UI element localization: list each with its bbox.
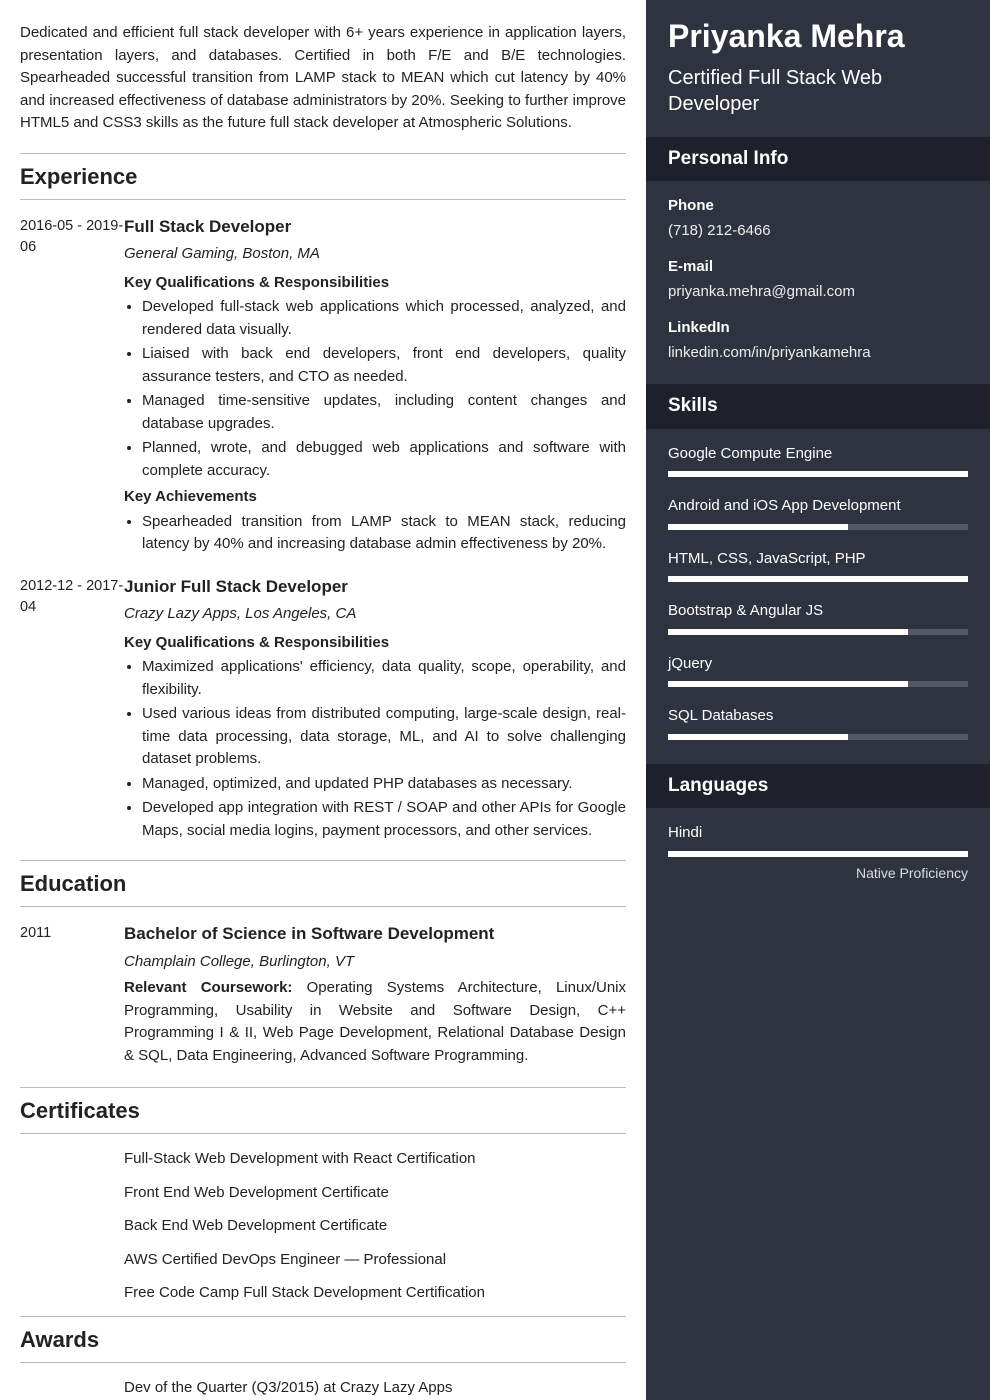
- experience-entry: 2012-12 - 2017-04 Junior Full Stack Deve…: [20, 574, 626, 845]
- skill-bar: [668, 471, 968, 477]
- info-label: E-mail: [668, 256, 968, 279]
- resp-list: Maximized applications' efficiency, data…: [124, 656, 626, 842]
- list-item: Free Code Camp Full Stack Development Ce…: [20, 1282, 626, 1305]
- entry-body: Junior Full Stack Developer Crazy Lazy A…: [124, 574, 626, 845]
- person-title: Certified Full Stack Web Developer: [668, 65, 968, 117]
- skill-item: Bootstrap & Angular JS: [668, 600, 968, 635]
- language-item: Hindi Native Proficiency: [668, 822, 968, 884]
- language-bar-fill: [668, 851, 968, 857]
- awards-list: Dev of the Quarter (Q3/2015) at Crazy La…: [20, 1377, 626, 1400]
- list-item: Developed full-stack web applications wh…: [142, 296, 626, 341]
- skill-name: Bootstrap & Angular JS: [668, 600, 968, 623]
- skill-bar: [668, 524, 968, 530]
- ach-list: Spearheaded transition from LAMP stack t…: [124, 511, 626, 556]
- resp-list: Developed full-stack web applications wh…: [124, 296, 626, 482]
- list-item: Developed app integration with REST / SO…: [142, 797, 626, 842]
- list-item: Back End Web Development Certificate: [20, 1215, 626, 1238]
- experience-entry: 2016-05 - 2019-06 Full Stack Developer G…: [20, 214, 626, 558]
- skill-bar: [668, 576, 968, 582]
- list-item: Maximized applications' efficiency, data…: [142, 656, 626, 701]
- entry-org: General Gaming, Boston, MA: [124, 243, 626, 266]
- skill-bar: [668, 734, 968, 740]
- info-label: LinkedIn: [668, 317, 968, 340]
- entry-role: Full Stack Developer: [124, 214, 626, 240]
- skill-bar: [668, 629, 968, 635]
- degree: Bachelor of Science in Software Developm…: [124, 921, 626, 947]
- sidebar-section-personal: Personal Info: [646, 137, 990, 182]
- skill-item: Google Compute Engine: [668, 443, 968, 478]
- skill-bar-fill: [668, 576, 968, 582]
- list-item: Used various ideas from distributed comp…: [142, 703, 626, 771]
- languages-block: Hindi Native Proficiency: [646, 808, 990, 908]
- skill-item: jQuery: [668, 653, 968, 688]
- info-value: linkedin.com/in/priyankamehra: [668, 342, 968, 365]
- list-item: Full-Stack Web Development with React Ce…: [20, 1148, 626, 1171]
- skill-name: SQL Databases: [668, 705, 968, 728]
- sidebar-section-languages: Languages: [646, 764, 990, 809]
- skills-block: Google Compute Engine Android and iOS Ap…: [646, 429, 990, 764]
- section-education: Education: [20, 860, 626, 907]
- sidebar-section-skills: Skills: [646, 384, 990, 429]
- sidebar: Priyanka Mehra Certified Full Stack Web …: [646, 0, 990, 1400]
- skill-item: Android and iOS App Development: [668, 495, 968, 530]
- resp-heading: Key Qualifications & Responsibilities: [124, 632, 626, 655]
- info-item: LinkedIn linkedin.com/in/priyankamehra: [668, 317, 968, 364]
- language-name: Hindi: [668, 822, 968, 845]
- skill-bar-fill: [668, 524, 848, 530]
- skill-bar-fill: [668, 629, 908, 635]
- skill-name: HTML, CSS, JavaScript, PHP: [668, 548, 968, 571]
- entry-body: Bachelor of Science in Software Developm…: [124, 921, 626, 1071]
- list-item: Planned, wrote, and debugged web applica…: [142, 437, 626, 482]
- skill-bar-fill: [668, 734, 848, 740]
- info-label: Phone: [668, 195, 968, 218]
- personal-info-block: Phone (718) 212-6466 E-mail priyanka.meh…: [646, 181, 990, 384]
- skill-item: SQL Databases: [668, 705, 968, 740]
- resp-heading: Key Qualifications & Responsibilities: [124, 272, 626, 295]
- experience-list: 2016-05 - 2019-06 Full Stack Developer G…: [20, 214, 626, 845]
- skill-name: Google Compute Engine: [668, 443, 968, 466]
- skill-name: jQuery: [668, 653, 968, 676]
- info-value: (718) 212-6466: [668, 220, 968, 243]
- skill-bar-fill: [668, 471, 968, 477]
- summary-text: Dedicated and efficient full stack devel…: [20, 22, 626, 135]
- certificates-list: Full-Stack Web Development with React Ce…: [20, 1148, 626, 1305]
- skill-bar: [668, 681, 968, 687]
- list-item: AWS Certified DevOps Engineer — Professi…: [20, 1249, 626, 1272]
- entry-role: Junior Full Stack Developer: [124, 574, 626, 600]
- list-item: Front End Web Development Certificate: [20, 1182, 626, 1205]
- list-item: Liaised with back end developers, front …: [142, 343, 626, 388]
- entry-dates: 2011: [20, 921, 124, 1071]
- info-item: Phone (718) 212-6466: [668, 195, 968, 242]
- sidebar-header: Priyanka Mehra Certified Full Stack Web …: [646, 0, 990, 137]
- entry-body: Full Stack Developer General Gaming, Bos…: [124, 214, 626, 558]
- coursework: Relevant Coursework: Operating Systems A…: [124, 977, 626, 1067]
- skill-item: HTML, CSS, JavaScript, PHP: [668, 548, 968, 583]
- list-item: Managed time-sensitive updates, includin…: [142, 390, 626, 435]
- school: Champlain College, Burlington, VT: [124, 951, 626, 974]
- entry-dates: 2016-05 - 2019-06: [20, 214, 124, 558]
- entry-org: Crazy Lazy Apps, Los Angeles, CA: [124, 603, 626, 626]
- section-awards: Awards: [20, 1316, 626, 1363]
- language-bar: [668, 851, 968, 857]
- list-item: Dev of the Quarter (Q3/2015) at Crazy La…: [20, 1377, 626, 1400]
- person-name: Priyanka Mehra: [668, 18, 968, 55]
- main-column: Dedicated and efficient full stack devel…: [0, 0, 646, 1400]
- section-experience: Experience: [20, 153, 626, 200]
- ach-heading: Key Achievements: [124, 486, 626, 509]
- info-value: priyanka.mehra@gmail.com: [668, 281, 968, 304]
- language-level-label: Native Proficiency: [668, 863, 968, 884]
- list-item: Spearheaded transition from LAMP stack t…: [142, 511, 626, 556]
- coursework-label: Relevant Coursework:: [124, 979, 292, 996]
- education-entry: 2011 Bachelor of Science in Software Dev…: [20, 921, 626, 1071]
- list-item: Managed, optimized, and updated PHP data…: [142, 773, 626, 796]
- info-item: E-mail priyanka.mehra@gmail.com: [668, 256, 968, 303]
- entry-dates: 2012-12 - 2017-04: [20, 574, 124, 845]
- section-certificates: Certificates: [20, 1087, 626, 1134]
- skill-name: Android and iOS App Development: [668, 495, 968, 518]
- skill-bar-fill: [668, 681, 908, 687]
